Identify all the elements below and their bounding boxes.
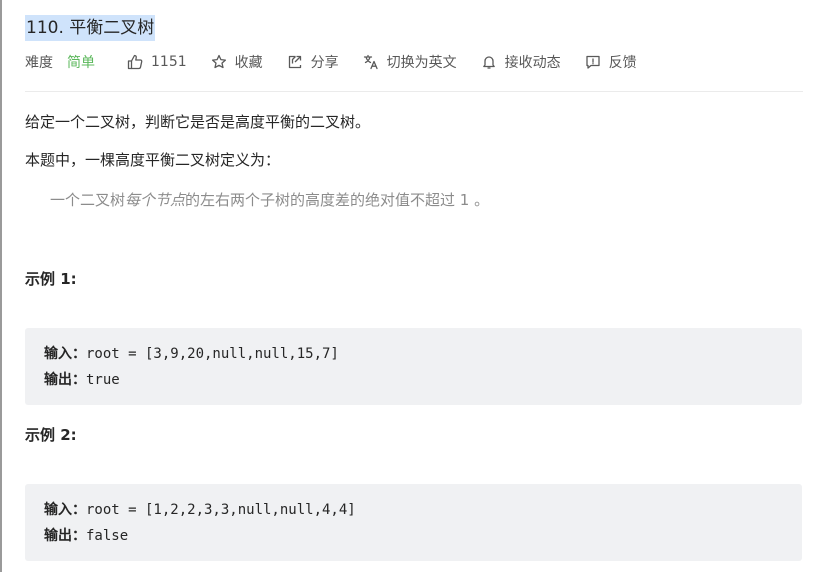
thumbs-up-icon (127, 54, 143, 70)
example-2-input: root = [1,2,2,3,3,null,null,4,4] (86, 502, 356, 518)
like-button[interactable]: 1151 (127, 54, 187, 70)
definition-quote: 一个二叉树每个节点的左右两个子树的高度差的绝对值不超过 1 。 (50, 189, 489, 210)
translate-icon (363, 54, 378, 70)
example-2-code-block: 输入：root = [1,2,2,3,3,null,null,4,4] 输出：f… (25, 484, 802, 561)
example-1-heading: 示例 1: (25, 270, 77, 288)
example-1-input-line: 输入：root = [3,9,20,null,null,15,7] (44, 344, 339, 364)
switch-language-label: 切换为英文 (386, 55, 457, 71)
output-label: 输出： (44, 372, 86, 388)
example-1-input: root = [3,9,20,null,null,15,7] (86, 346, 339, 362)
switch-language-button[interactable]: 切换为英文 (363, 52, 457, 72)
example-2-input-line: 输入：root = [1,2,2,3,3,null,null,4,4] (44, 500, 356, 520)
share-label: 分享 (310, 55, 339, 71)
favorite-label: 收藏 (234, 55, 263, 71)
description-paragraph-1: 给定一个二叉树，判断它是否是高度平衡的二叉树。 (25, 113, 371, 131)
share-icon (288, 55, 301, 69)
quote-text-pre: 一个二叉树 (50, 191, 126, 209)
title-row: 110. 平衡二叉树 (25, 15, 156, 41)
feedback-label: 反馈 (608, 55, 637, 71)
example-1-output: true (86, 372, 120, 388)
quote-emphasis: 每个节点 (125, 191, 186, 209)
bell-icon (482, 56, 495, 69)
like-count: 1151 (151, 54, 187, 70)
example-2-heading: 示例 2: (25, 426, 77, 444)
problem-title[interactable]: 110. 平衡二叉树 (25, 15, 156, 41)
input-label: 输入： (44, 502, 86, 518)
window-left-border (0, 0, 2, 572)
divider (25, 91, 803, 92)
feedback-button[interactable]: 反馈 (585, 52, 637, 72)
difficulty-label: 难度 (25, 55, 53, 71)
difficulty-badge: 简单 (67, 55, 95, 71)
problem-meta-bar: 难度 简单 1151 收藏 分享 切换为英文 接收动态 反馈 (25, 50, 661, 74)
star-icon (211, 54, 226, 69)
output-label: 输出： (44, 528, 86, 544)
feedback-icon (585, 55, 600, 69)
favorite-button[interactable]: 收藏 (211, 52, 263, 72)
quote-text-post: 的左右两个子树的高度差的绝对值不超过 1 。 (185, 191, 490, 209)
share-button[interactable]: 分享 (287, 52, 339, 72)
input-label: 输入： (44, 346, 86, 362)
example-2-output: false (86, 528, 129, 544)
notify-button[interactable]: 接收动态 (481, 52, 561, 72)
example-1-output-line: 输出：true (44, 370, 120, 390)
example-2-output-line: 输出：false (44, 526, 128, 546)
description-paragraph-2: 本题中，一棵高度平衡二叉树定义为： (25, 151, 281, 169)
notify-label: 接收动态 (504, 55, 561, 71)
example-1-code-block: 输入：root = [3,9,20,null,null,15,7] 输出：tru… (25, 328, 802, 405)
